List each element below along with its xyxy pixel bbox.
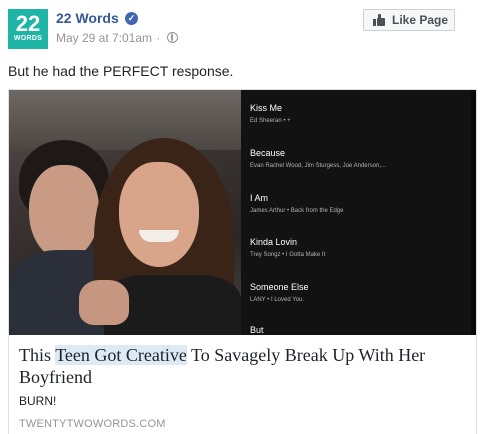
page-avatar[interactable]: 22 WORDS [8, 9, 48, 49]
playlist-song: Kinda Lovin Trey Songz • I Gotta Make It [250, 237, 325, 260]
post-timestamp[interactable]: May 29 at 7:01am [56, 31, 152, 45]
verified-badge-icon: ✓ [125, 12, 138, 25]
song-artist: LANY • I Loved You. [250, 297, 305, 303]
post-meta: May 29 at 7:01am · [56, 31, 178, 45]
playlist-song: Kiss Me Ed Sheeran • + [250, 103, 291, 126]
playlist-screenshot: Kiss Me Ed Sheeran • + Because Evan Rach… [241, 90, 476, 335]
avatar-word: WORDS [13, 35, 43, 42]
playlist-song: Because Evan Rachel Wood, Jim Sturgess, … [250, 148, 386, 171]
couple-photo [9, 90, 241, 335]
like-page-button[interactable]: Like Page [363, 9, 455, 31]
song-title: But [250, 325, 264, 335]
song-title: Kinda Lovin [250, 237, 298, 247]
thumbs-up-icon [373, 14, 385, 26]
song-title: Kiss Me [250, 103, 283, 113]
playlist-song: Someone Else LANY • I Loved You. [250, 282, 309, 305]
song-title: Someone Else [250, 282, 309, 292]
link-title-start: This [19, 345, 56, 365]
facebook-post: 22 WORDS 22 Words ✓ May 29 at 7:01am · L… [0, 0, 484, 434]
link-title-highlight: Teen Got Creative [55, 345, 187, 365]
playlist-song: I Am James Arthur • Back from the Edge [250, 193, 343, 216]
song-artist: Evan Rachel Wood, Jim Sturgess, Joe Ande… [250, 163, 386, 169]
page-name-link[interactable]: 22 Words [56, 10, 119, 26]
link-preview-image[interactable]: Kiss Me Ed Sheeran • + Because Evan Rach… [9, 90, 476, 335]
link-subtitle: BURN! [19, 394, 57, 408]
song-artist: Trey Songz • I Gotta Make It [250, 252, 326, 258]
globe-icon[interactable] [166, 32, 178, 43]
playlist-scrollbar [471, 90, 476, 335]
song-title: I Am [250, 193, 269, 203]
song-artist: Ed Sheeran • + [250, 118, 291, 124]
playlist-song: But [250, 325, 264, 335]
link-title[interactable]: This Teen Got Creative To Savagely Break… [19, 344, 474, 388]
link-preview-card[interactable]: Kiss Me Ed Sheeran • + Because Evan Rach… [8, 89, 477, 434]
song-title: Because [250, 148, 286, 158]
song-artist: James Arthur • Back from the Edge [250, 208, 344, 214]
avatar-number: 22 [15, 11, 41, 36]
post-status-text: But he had the PERFECT response. [8, 63, 234, 79]
like-page-label: Like Page [392, 13, 449, 27]
meta-separator: · [156, 31, 161, 45]
link-domain: TWENTYTWOWORDS.COM [19, 418, 166, 430]
